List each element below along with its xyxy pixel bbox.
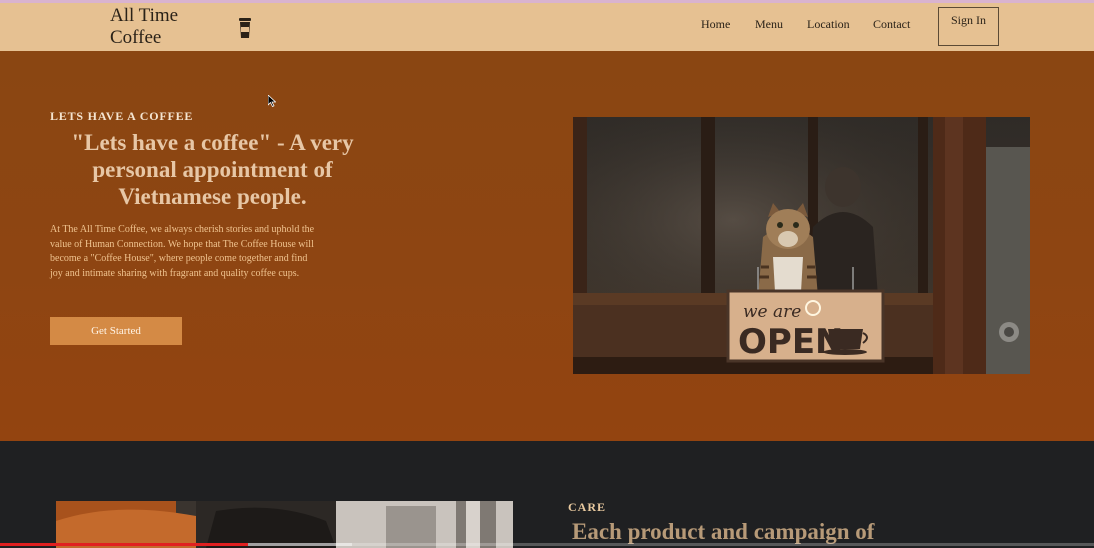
video-played-bar	[0, 543, 249, 546]
hero-section: LETS HAVE A COFFEE "Lets have a coffee" …	[0, 51, 1094, 441]
nav-home[interactable]: Home	[701, 17, 730, 32]
site-header: All Time Coffee Home Menu Location Conta…	[0, 3, 1094, 51]
hero-eyebrow: LETS HAVE A COFFEE	[50, 109, 194, 123]
hero-cat-open-sign-photo: we are OPEN	[573, 117, 1030, 374]
coffee-cup-icon	[239, 18, 251, 38]
svg-text:we are: we are	[743, 302, 801, 322]
care-espresso-photo	[56, 501, 513, 548]
nav-contact[interactable]: Contact	[873, 17, 910, 32]
site-logo[interactable]: All Time Coffee	[110, 5, 200, 49]
hero-description: At The All Time Coffee, we always cheris…	[50, 224, 315, 279]
nav-menu[interactable]: Menu	[755, 17, 783, 32]
mouse-cursor-icon	[268, 95, 276, 107]
get-started-button[interactable]: Get Started	[50, 317, 182, 345]
video-progress-bar[interactable]	[0, 543, 1094, 546]
nav-location[interactable]: Location	[807, 17, 850, 32]
open-sign: we are OPEN	[726, 289, 885, 363]
care-section-title: Each product and campaign of	[572, 519, 875, 544]
svg-text:OPEN: OPEN	[738, 322, 844, 362]
sign-in-button[interactable]: Sign In	[938, 7, 999, 46]
hero-headline: "Lets have a coffee" - A very personal a…	[71, 130, 354, 209]
care-section-label: CARE	[568, 500, 607, 514]
